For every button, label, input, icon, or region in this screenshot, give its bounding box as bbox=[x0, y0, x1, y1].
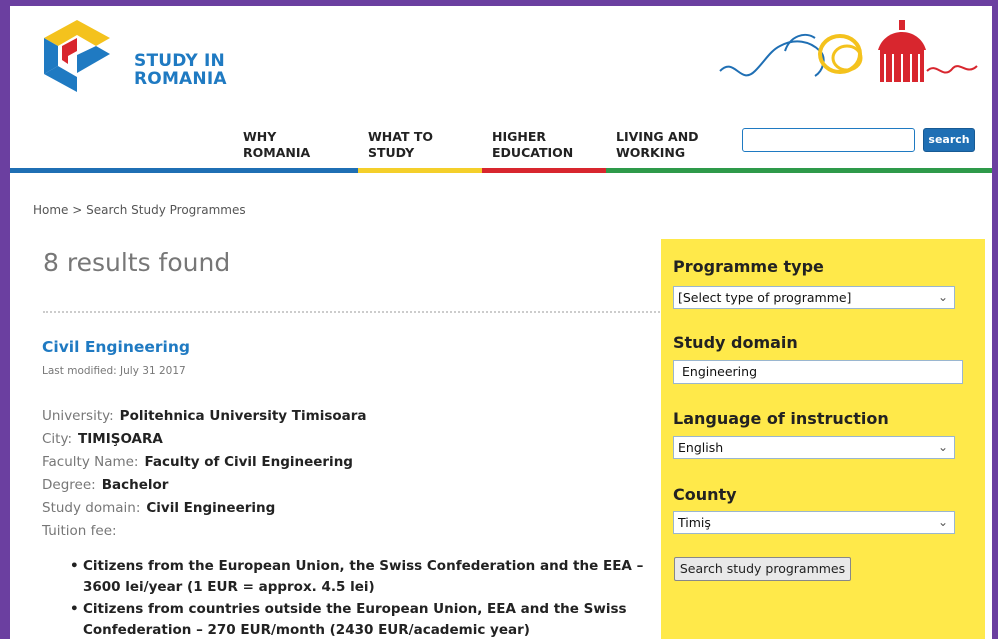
list-item: Citizens from the European Union, the Sw… bbox=[70, 556, 670, 598]
programme-details: University: Politehnica University Timiso… bbox=[42, 405, 367, 543]
programme-title-link[interactable]: Civil Engineering bbox=[42, 338, 190, 356]
nav-why-romania[interactable]: WHY ROMANIA bbox=[243, 129, 310, 161]
study-domain-label: Study domain bbox=[673, 333, 798, 352]
programme-type-select[interactable]: [Select type of programme] ⌄ bbox=[673, 286, 955, 309]
language-label: Language of instruction bbox=[673, 409, 889, 428]
chevron-down-icon: ⌄ bbox=[937, 440, 948, 454]
county-select[interactable]: Timiş ⌄ bbox=[673, 511, 955, 534]
language-select[interactable]: English ⌄ bbox=[673, 436, 955, 459]
study-in-romania-logo[interactable]: STUDY IN ROMANIA bbox=[32, 16, 232, 96]
nav-bar-blue bbox=[10, 168, 358, 173]
programme-type-label: Programme type bbox=[673, 257, 824, 276]
search-button[interactable]: search bbox=[923, 128, 975, 152]
dotted-divider bbox=[43, 311, 663, 313]
nav-higher-education[interactable]: HIGHER EDUCATION bbox=[492, 129, 573, 161]
study-domain-input[interactable]: Engineering bbox=[673, 360, 963, 384]
field-tuition-fee: Tuition fee: bbox=[42, 523, 117, 539]
list-item: Citizens from countries outside the Euro… bbox=[70, 599, 670, 639]
field-faculty-name: Faculty Name: Faculty of Civil Engineerin… bbox=[42, 454, 353, 470]
logo-text-line2: ROMANIA bbox=[134, 69, 227, 89]
logo-text-line1: STUDY IN bbox=[134, 51, 225, 71]
chevron-down-icon: ⌄ bbox=[937, 290, 948, 304]
nav-what-to-study[interactable]: WHAT TO STUDY bbox=[368, 129, 433, 161]
romania-landmarks-illustration-icon bbox=[719, 20, 978, 82]
search-study-programmes-button[interactable]: Search study programmes bbox=[674, 557, 851, 581]
last-modified-text: Last modified: July 31 2017 bbox=[42, 365, 186, 377]
nav-bar-yellow bbox=[358, 168, 482, 173]
results-count-heading: 8 results found bbox=[43, 248, 231, 277]
nav-bar-red bbox=[482, 168, 606, 173]
field-city: City: TIMIŞOARA bbox=[42, 431, 163, 447]
nav-living-and-working[interactable]: LIVING AND WORKING bbox=[616, 129, 699, 161]
field-study-domain: Study domain: Civil Engineering bbox=[42, 500, 276, 516]
logo-mark-icon bbox=[44, 20, 110, 92]
field-university: University: Politehnica University Timiso… bbox=[42, 408, 367, 424]
page: STUDY IN ROMANIA WHY ROMANIA WHAT TO STU… bbox=[10, 6, 992, 639]
field-degree: Degree: Bachelor bbox=[42, 477, 169, 493]
tuition-fee-list: Citizens from the European Union, the Sw… bbox=[70, 556, 670, 639]
nav-bar-green bbox=[606, 168, 992, 173]
county-label: County bbox=[673, 485, 737, 504]
chevron-down-icon: ⌄ bbox=[937, 515, 948, 529]
search-input[interactable] bbox=[742, 128, 915, 152]
filter-panel: Programme type [Select type of programme… bbox=[661, 239, 985, 639]
breadcrumb: Home > Search Study Programmes bbox=[33, 203, 246, 217]
